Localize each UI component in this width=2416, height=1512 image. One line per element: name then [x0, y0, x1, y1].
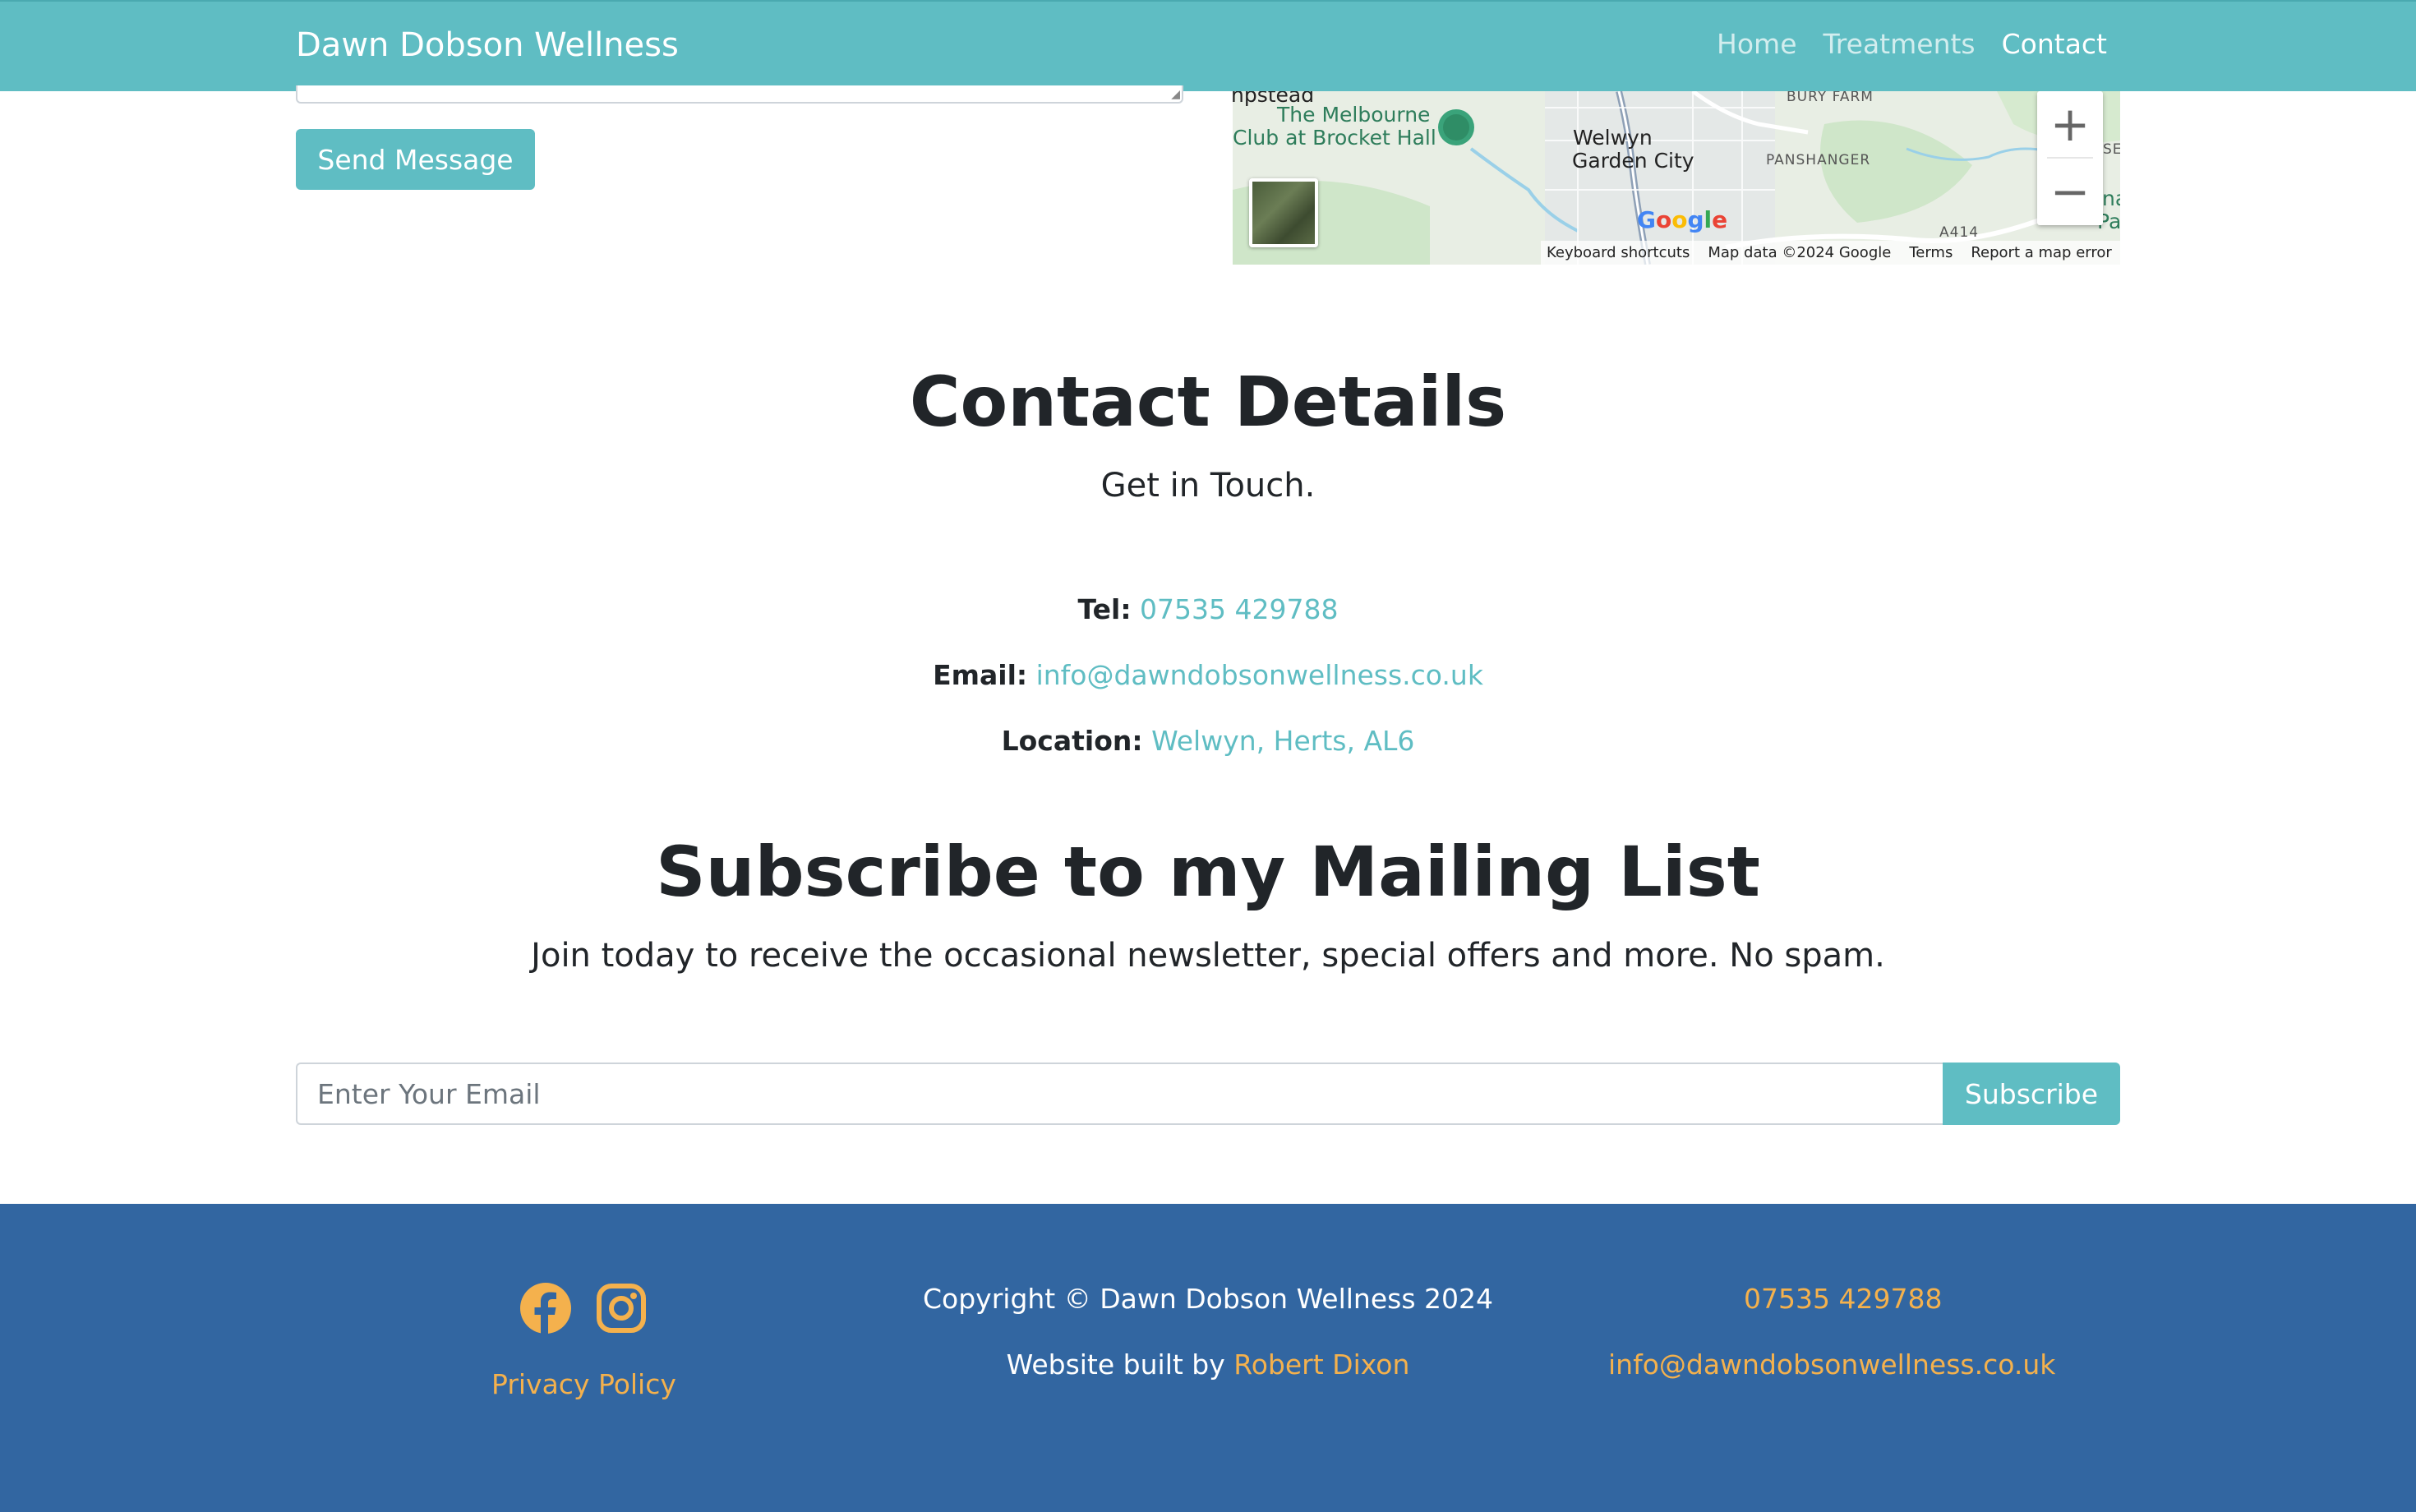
subscribe-subtitle: Join today to receive the occasional new…: [531, 937, 1885, 975]
navbar: Dawn Dobson Wellness Home Treatments Con…: [0, 0, 2416, 91]
map-report-error-link[interactable]: Report a map error: [1971, 244, 2111, 261]
subscribe-title: Subscribe to my Mailing List: [656, 832, 1760, 912]
contact-subtitle: Get in Touch.: [1100, 467, 1316, 505]
email-label: Email:: [933, 659, 1028, 691]
nav-home[interactable]: Home: [1717, 28, 1796, 60]
nav-contact[interactable]: Contact: [2002, 28, 2107, 60]
contact-title: Contact Details: [909, 362, 1507, 442]
satellite-layer-toggle[interactable]: [1249, 178, 1318, 247]
map-label-road: A414: [1939, 224, 1980, 241]
email-link[interactable]: info@dawndobsonwellness.co.uk: [1036, 659, 1483, 691]
contact-location: Location: Welwyn, Herts, AL6: [0, 725, 2416, 757]
nav-links: Home Treatments Contact: [1717, 28, 2107, 60]
google-logo: Google: [1637, 206, 1728, 233]
brand-link[interactable]: Dawn Dobson Wellness: [296, 26, 679, 64]
copyright-text: Copyright © Dawn Dobson Wellness 2024: [923, 1283, 1493, 1315]
social-links: [519, 1282, 648, 1335]
built-by-link[interactable]: Robert Dixon: [1233, 1348, 1409, 1381]
zoom-out-button[interactable]: −: [2037, 159, 2103, 224]
map-label-melbourne-1: The Melbourne: [1277, 103, 1431, 127]
zoom-control: + −: [2037, 91, 2103, 225]
footer-phone-link[interactable]: 07535 429788: [1744, 1283, 1942, 1315]
tel-link[interactable]: 07535 429788: [1140, 593, 1338, 625]
tel-label: Tel:: [1077, 593, 1132, 625]
location-link[interactable]: Welwyn, Herts, AL6: [1151, 725, 1414, 757]
privacy-policy-link[interactable]: Privacy Policy: [491, 1368, 676, 1400]
built-by-text: Website built by Robert Dixon: [904, 1348, 1512, 1381]
subscribe-button[interactable]: Subscribe: [1943, 1063, 2120, 1125]
map-label-panshanger: PANSHANGER: [1766, 152, 1871, 168]
map-label-edge-1: SE: [2103, 141, 2120, 158]
zoom-in-button[interactable]: +: [2037, 91, 2103, 157]
facebook-icon[interactable]: [519, 1282, 572, 1335]
resize-grip-icon[interactable]: ◢: [1171, 89, 1180, 100]
google-map[interactable]: npstead The Melbourne Club at Brocket Ha…: [1233, 91, 2120, 265]
message-textarea[interactable]: ◢: [296, 85, 1183, 104]
subscribe-email-input[interactable]: [296, 1063, 1944, 1125]
map-label-melbourne-2: Club at Brocket Hall: [1233, 126, 1436, 150]
map-label-edge-2: na: [2102, 187, 2120, 210]
map-attribution-bar: Keyboard shortcuts Map data ©2024 Google…: [1541, 241, 2120, 265]
built-by-prefix: Website built by: [1006, 1348, 1225, 1381]
instagram-icon[interactable]: [595, 1282, 648, 1335]
map-label-welwyn-2: Garden City: [1572, 149, 1694, 173]
nav-treatments[interactable]: Treatments: [1824, 28, 1976, 60]
send-message-button[interactable]: Send Message: [296, 129, 535, 190]
map-label-bury-farm: BURY FARM: [1787, 91, 1874, 105]
map-keyboard-shortcuts[interactable]: Keyboard shortcuts: [1547, 244, 1690, 261]
contact-tel: Tel: 07535 429788: [0, 593, 2416, 625]
map-data-attribution: Map data ©2024 Google: [1708, 244, 1892, 261]
map-label-welwyn-1: Welwyn: [1573, 126, 1653, 150]
footer: Privacy Policy Copyright © Dawn Dobson W…: [0, 1204, 2416, 1512]
footer-email-link[interactable]: info@dawndobsonwellness.co.uk: [1608, 1348, 2055, 1381]
map-terms-link[interactable]: Terms: [1909, 244, 1953, 261]
location-label: Location:: [1001, 725, 1143, 757]
contact-email: Email: info@dawndobsonwellness.co.uk: [0, 659, 2416, 691]
